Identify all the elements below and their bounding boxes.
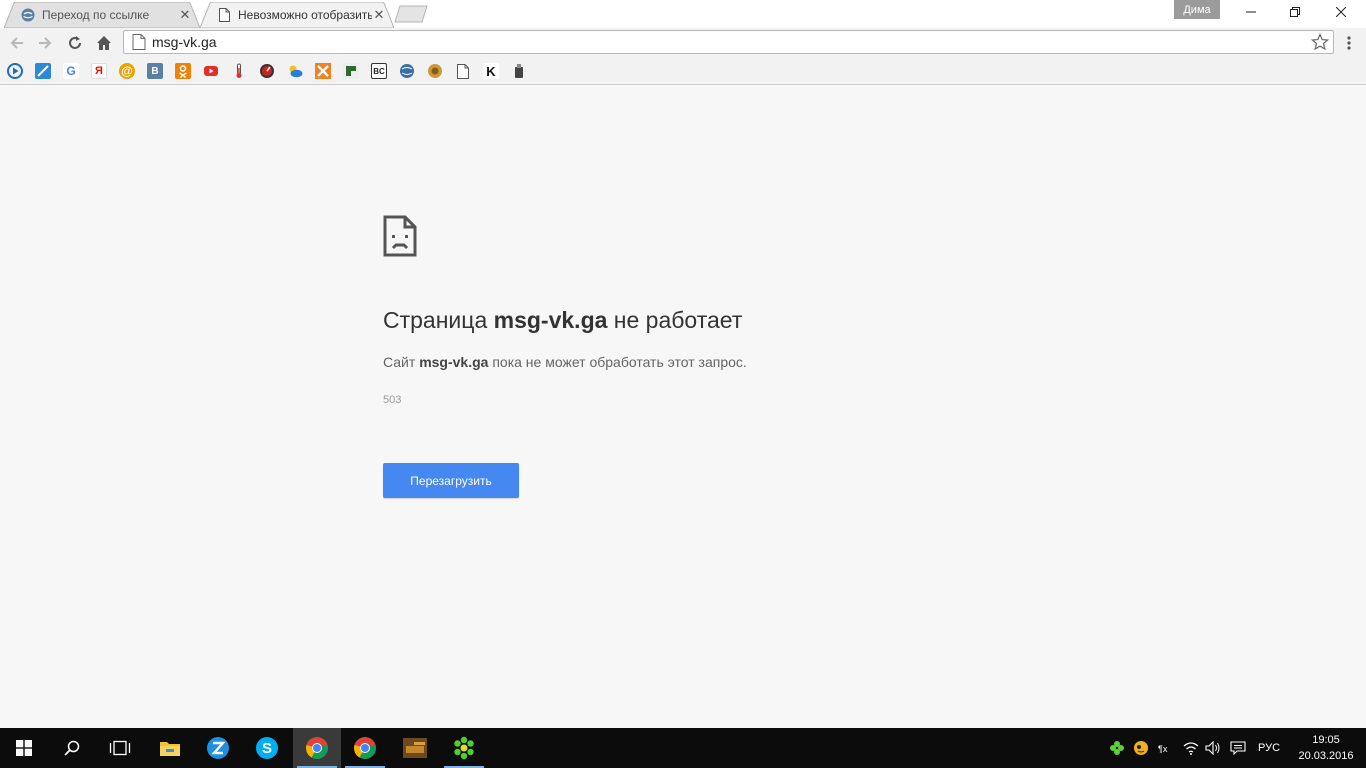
error-desc-suffix: пока не может обработать этот запрос. [492, 354, 747, 370]
skype-icon[interactable]: S [243, 728, 291, 768]
speedometer-bookmark-icon[interactable] [259, 63, 275, 79]
clock-time: 19:05 [1312, 734, 1340, 746]
close-window-button[interactable] [1318, 0, 1364, 24]
more-vertical-icon [1347, 36, 1351, 50]
reload-icon [69, 36, 81, 49]
page-icon [216, 7, 232, 23]
doc-bookmark-icon[interactable] [455, 63, 471, 79]
bookmark-label: @ [121, 64, 133, 78]
svg-text:¶x: ¶x [1158, 744, 1168, 754]
new-tab-button[interactable] [394, 5, 428, 23]
error-description: Сайт msg-vk.ga пока не может обработать … [383, 354, 747, 370]
play-bookmark-icon[interactable] [7, 63, 23, 79]
svg-text:S: S [262, 740, 272, 757]
vk-globe-icon [20, 7, 36, 23]
url-input[interactable] [152, 34, 1310, 50]
clock-date: 20.03.2016 [1298, 750, 1354, 762]
error-title-prefix: Страница [383, 307, 488, 333]
error-code: 503 [383, 394, 402, 406]
volume-icon[interactable] [1202, 728, 1224, 768]
reload-page-button[interactable]: Перезагрузить [383, 463, 519, 498]
globe-bookmark-icon[interactable] [399, 63, 415, 79]
tab-title: Переход по ссылке [42, 8, 150, 22]
minimize-button[interactable] [1228, 0, 1274, 24]
bookmark-label: BC [373, 66, 385, 76]
chrome-icon[interactable] [293, 728, 341, 768]
file-explorer-icon[interactable] [146, 728, 194, 768]
search-icon[interactable] [48, 728, 96, 768]
language-bar-tray-icon[interactable]: ¶x [1154, 728, 1176, 768]
tanks-game-icon[interactable] [391, 728, 439, 768]
close-icon[interactable]: ✕ [372, 7, 386, 22]
forward-button[interactable] [33, 31, 57, 55]
profile-button[interactable]: Дима [1174, 0, 1220, 19]
bookmark-star-icon[interactable] [1310, 32, 1330, 52]
system-clock[interactable]: 19:05 20.03.2016 [1290, 732, 1362, 764]
task-view-icon[interactable] [96, 728, 144, 768]
bc-bookmark-icon[interactable]: BC [371, 63, 387, 79]
tab-strip: Переход по ссылке ✕ Невозможно отобразит… [0, 0, 1366, 28]
windows-start-icon[interactable] [0, 728, 48, 768]
yandex-bookmark-icon[interactable]: Я [91, 63, 107, 79]
bookmark-label: Я [95, 65, 103, 77]
error-desc-domain: msg-vk.ga [419, 354, 489, 370]
restore-button[interactable] [1272, 0, 1318, 24]
chrome-menu-button[interactable] [1338, 32, 1360, 54]
input-language-indicator[interactable]: РУС [1252, 728, 1286, 768]
address-bar[interactable] [123, 30, 1334, 54]
tool-bookmark-icon[interactable] [511, 63, 527, 79]
error-title-domain: msg-vk.ga [493, 307, 608, 333]
xsolla-bookmark-icon[interactable] [315, 63, 331, 79]
bookmarks-bar: G Я @ B BC K [0, 57, 1366, 85]
error-desc-prefix: Сайт [383, 354, 416, 370]
agent-tray-icon[interactable] [1130, 728, 1152, 768]
error-title-suffix: не работает [613, 307, 743, 333]
tab-title: Невозможно отобразить [238, 8, 372, 22]
zoom-bookmark-icon[interactable] [35, 63, 51, 79]
tab-link-redirect[interactable]: Переход по ссылке ✕ [4, 2, 200, 28]
back-button[interactable] [5, 31, 29, 55]
mail-bookmark-icon[interactable]: @ [119, 63, 135, 79]
action-center-icon[interactable] [1226, 728, 1250, 768]
badge-bookmark-icon[interactable] [427, 63, 443, 79]
odnoklassniki-bookmark-icon[interactable] [175, 63, 191, 79]
tab-error-page[interactable]: Невозможно отобразить ✕ [200, 2, 394, 28]
arrow-right-icon [39, 37, 52, 49]
google-bookmark-icon[interactable]: G [63, 63, 79, 79]
thermometer-bookmark-icon[interactable] [231, 63, 247, 79]
error-title: Страница msg-vk.ga не работает [383, 307, 742, 334]
error-page: Страница msg-vk.ga не работает Сайт msg-… [0, 85, 1366, 728]
reload-button[interactable] [63, 31, 87, 55]
bookmark-label: G [66, 64, 76, 78]
zona-icon[interactable] [194, 728, 242, 768]
youtube-bookmark-icon[interactable] [203, 63, 219, 79]
home-icon [97, 36, 111, 50]
icq-icon[interactable] [440, 728, 488, 768]
k-bookmark-icon[interactable]: K [483, 63, 499, 79]
page-icon [132, 34, 146, 50]
bookmark-label: K [486, 63, 496, 79]
sad-page-icon [383, 215, 417, 257]
weather-bookmark-icon[interactable] [287, 63, 303, 79]
close-icon[interactable]: ✕ [178, 7, 192, 22]
chrome-icon[interactable] [341, 728, 389, 768]
vk-bookmark-icon[interactable]: B [147, 63, 163, 79]
home-button[interactable] [92, 31, 116, 55]
arrow-left-icon [10, 37, 23, 49]
cursor-bookmark-icon[interactable] [343, 63, 359, 79]
bookmark-label: B [151, 65, 159, 77]
clover-tray-icon[interactable] [1106, 728, 1128, 768]
browser-toolbar [0, 28, 1366, 57]
wifi-icon[interactable] [1180, 728, 1202, 768]
windows-taskbar: S ¶x РУС 19:05 20.03.2016 [0, 728, 1366, 768]
